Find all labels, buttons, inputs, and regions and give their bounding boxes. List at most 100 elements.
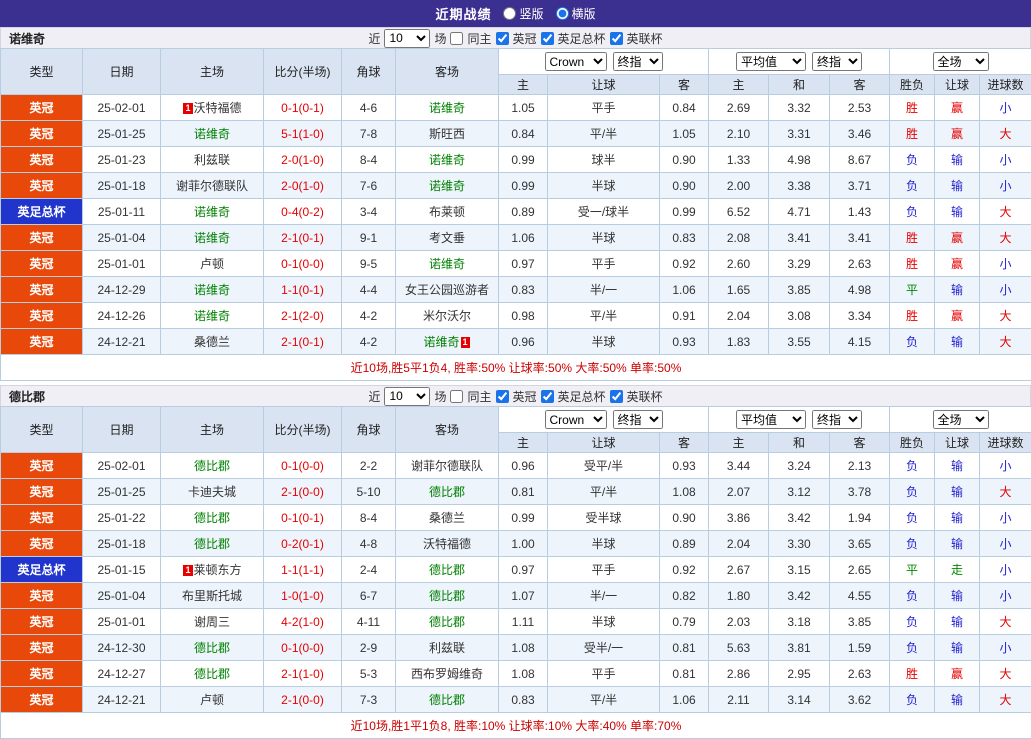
league-type: 英冠 — [1, 453, 83, 479]
corners: 4-2 — [342, 303, 396, 329]
league-checkbox-championship[interactable] — [496, 32, 509, 45]
euro-draw-odds: 3.31 — [769, 121, 830, 147]
asia-away-odds: 0.93 — [660, 453, 709, 479]
match-row: 英足总杯25-01-151莱顿东方1-1(1-1)2-4德比郡0.97平手0.9… — [1, 557, 1031, 583]
league-checkbox-eflcup[interactable] — [610, 32, 623, 45]
league-checkbox-facup[interactable] — [541, 390, 554, 403]
average-odds-select[interactable]: 平均值 — [736, 410, 806, 429]
page-title: 近期战绩 — [435, 4, 491, 23]
match-date: 25-01-01 — [83, 251, 161, 277]
home-team: 1莱顿东方 — [161, 557, 264, 583]
league-type: 英冠 — [1, 479, 83, 505]
layout-option-vertical[interactable]: 竖版 — [503, 5, 543, 22]
result-goals: 大 — [980, 479, 1031, 505]
col-header-euro-away: 客 — [830, 75, 890, 95]
bookmaker-select[interactable]: Crown — [545, 52, 607, 71]
league-type: 英冠 — [1, 277, 83, 303]
final-euro-odds-select[interactable]: 终指 — [812, 52, 862, 71]
score: 0-4(0-2) — [264, 199, 342, 225]
bookmaker-select[interactable]: Crown — [545, 410, 607, 429]
league-checkbox-eflcup[interactable] — [610, 390, 623, 403]
team-label: 德比郡 — [429, 563, 465, 577]
asia-away-odds: 0.79 — [660, 609, 709, 635]
team-label: 女王公园巡游者 — [405, 283, 489, 297]
result-goals: 小 — [980, 251, 1031, 277]
away-team: 诺维奇 — [396, 147, 499, 173]
asia-home-odds: 0.89 — [499, 199, 548, 225]
team-label: 诺维奇 — [429, 153, 465, 167]
same-home-checkbox[interactable] — [450, 32, 463, 45]
final-odds-select[interactable]: 终指 — [613, 410, 663, 429]
handicap: 平/半 — [548, 121, 660, 147]
match-date: 25-01-22 — [83, 505, 161, 531]
match-count-select[interactable]: 10 — [384, 29, 430, 48]
team-label: 德比郡 — [429, 485, 465, 499]
result-handicap: 赢 — [935, 95, 980, 121]
team-label: 德比郡 — [194, 459, 230, 473]
horizontal-radio[interactable] — [556, 7, 569, 20]
euro-home-odds: 2.08 — [709, 225, 769, 251]
league-type: 英冠 — [1, 251, 83, 277]
handicap: 平手 — [548, 251, 660, 277]
euro-home-odds: 1.33 — [709, 147, 769, 173]
match-date: 25-01-18 — [83, 531, 161, 557]
match-date: 25-01-15 — [83, 557, 161, 583]
score: 2-1(1-0) — [264, 661, 342, 687]
league-label-eflcup: 英联杯 — [626, 388, 664, 405]
match-date: 25-01-25 — [83, 479, 161, 505]
home-team: 谢周三 — [161, 609, 264, 635]
league-type: 英冠 — [1, 635, 83, 661]
league-type: 英冠 — [1, 121, 83, 147]
asia-home-odds: 0.84 — [499, 121, 548, 147]
match-count-select[interactable]: 10 — [384, 387, 430, 406]
euro-draw-odds: 3.38 — [769, 173, 830, 199]
euro-home-odds: 3.86 — [709, 505, 769, 531]
result-handicap: 输 — [935, 635, 980, 661]
asia-home-odds: 0.99 — [499, 505, 548, 531]
euro-away-odds: 4.15 — [830, 329, 890, 355]
result-handicap: 输 — [935, 173, 980, 199]
matches-table: 类型 日期 主场 比分(半场) 角球 客场 Crown终指 平均值终指 全场 主… — [0, 406, 1031, 739]
euro-draw-odds: 3.32 — [769, 95, 830, 121]
asia-away-odds: 0.99 — [660, 199, 709, 225]
final-odds-select[interactable]: 终指 — [613, 52, 663, 71]
asia-away-odds: 0.83 — [660, 225, 709, 251]
league-type: 英冠 — [1, 583, 83, 609]
euro-away-odds: 4.98 — [830, 277, 890, 303]
asia-away-odds: 0.82 — [660, 583, 709, 609]
match-date: 25-01-25 — [83, 121, 161, 147]
match-date: 24-12-21 — [83, 329, 161, 355]
league-type: 英冠 — [1, 303, 83, 329]
result-outcome: 胜 — [890, 251, 935, 277]
asia-away-odds: 0.90 — [660, 173, 709, 199]
col-header-date: 日期 — [83, 49, 161, 95]
result-outcome: 胜 — [890, 225, 935, 251]
team-label: 诺维奇 — [194, 309, 230, 323]
away-team: 谢菲尔德联队 — [396, 453, 499, 479]
league-checkbox-championship[interactable] — [496, 390, 509, 403]
away-team: 德比郡 — [396, 479, 499, 505]
col-header-asia-home: 主 — [499, 433, 548, 453]
final-euro-odds-select[interactable]: 终指 — [812, 410, 862, 429]
corners: 7-8 — [342, 121, 396, 147]
average-odds-select[interactable]: 平均值 — [736, 52, 806, 71]
away-team: 诺维奇 — [396, 173, 499, 199]
vertical-radio[interactable] — [503, 7, 516, 20]
away-team: 布莱顿 — [396, 199, 499, 225]
same-home-checkbox[interactable] — [450, 390, 463, 403]
scope-select[interactable]: 全场 — [933, 52, 989, 71]
scope-select[interactable]: 全场 — [933, 410, 989, 429]
away-team: 考文垂 — [396, 225, 499, 251]
away-team: 德比郡 — [396, 583, 499, 609]
layout-option-horizontal[interactable]: 横版 — [556, 5, 596, 22]
matches-body: 英冠25-02-011沃特福德0-1(0-1)4-6诺维奇1.05平手0.842… — [1, 95, 1031, 355]
corners: 4-11 — [342, 609, 396, 635]
league-type: 英冠 — [1, 147, 83, 173]
result-scope-select-cell: 全场 — [890, 49, 1031, 75]
league-checkbox-facup[interactable] — [541, 32, 554, 45]
euro-home-odds: 1.65 — [709, 277, 769, 303]
corners: 5-10 — [342, 479, 396, 505]
league-type: 英冠 — [1, 95, 83, 121]
team-name: 诺维奇 — [9, 30, 45, 47]
col-header-asia-home: 主 — [499, 75, 548, 95]
